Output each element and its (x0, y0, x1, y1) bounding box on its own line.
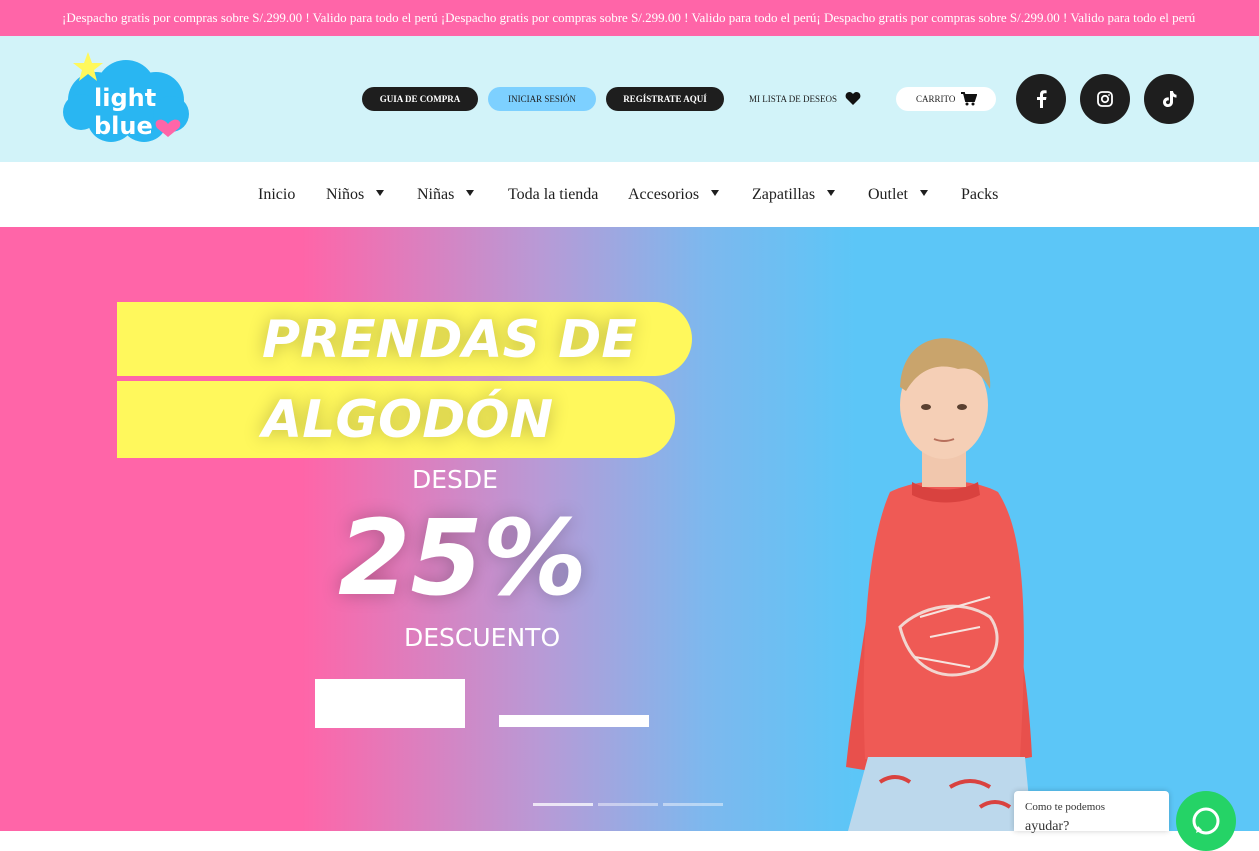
hero-button-1[interactable] (315, 679, 465, 728)
chat-line1: Como te podemos (1025, 801, 1106, 813)
nav-label: Niños (326, 186, 365, 203)
slider-dot-active[interactable] (533, 803, 593, 806)
announcement-text: ¡Despacho gratis por compras sobre S/.29… (62, 10, 1196, 25)
nav-label: Zapatillas (752, 186, 816, 203)
nav-item-ninas[interactable]: Niñas (417, 162, 475, 227)
nav-label: Outlet (868, 186, 908, 203)
register-button[interactable]: REGÍSTRATE AQUÍ (606, 87, 724, 111)
facebook-icon (1037, 90, 1047, 108)
slider-dot[interactable] (598, 803, 658, 806)
hero-banner[interactable]: PRENDAS DE ALGODÓN DESDE 25% DESCUENTO (0, 227, 1259, 831)
main-nav: Inicio Niños Niñas Toda la tienda Acceso… (0, 162, 1259, 227)
svg-text:light: light (94, 84, 156, 112)
nav-item-tienda[interactable]: Toda la tienda (508, 162, 598, 227)
cart-label: CARRITO (916, 94, 956, 104)
chat-line2: ayudar? (1025, 819, 1070, 834)
nav-item-inicio[interactable]: Inicio (258, 162, 295, 227)
instagram-button[interactable] (1080, 74, 1130, 124)
site-header: light blue GUIA DE COMPRA INICIAR SESIÓN… (0, 36, 1259, 162)
caret-down-icon (376, 190, 385, 197)
nav-item-outlet[interactable]: Outlet (868, 162, 928, 227)
whatsapp-button[interactable] (1176, 791, 1236, 851)
caret-down-icon (466, 190, 475, 197)
heart-icon (845, 92, 861, 105)
hero-title-line2: ALGODÓN (262, 390, 554, 450)
hero-from: DESDE (412, 465, 498, 494)
hero-percent: 25% (338, 497, 587, 619)
nav-item-ninos[interactable]: Niños (326, 162, 385, 227)
hero-title-line1: PRENDAS DE (262, 310, 637, 370)
cart-icon (961, 92, 977, 106)
cart-button[interactable]: CARRITO (896, 87, 996, 111)
light-blue-logo[interactable]: light blue (56, 48, 196, 148)
wishlist-link[interactable]: MI LISTA DE DESEOS (749, 87, 861, 111)
boy-model-image (846, 338, 1032, 831)
chat-popup[interactable]: Como te podemos ayudar? (1014, 791, 1169, 834)
slider-dot[interactable] (663, 803, 723, 806)
instagram-icon (1097, 91, 1113, 107)
svg-text:blue: blue (94, 112, 153, 140)
announcement-bar: ¡Despacho gratis por compras sobre S/.29… (0, 0, 1259, 36)
nav-label: Niñas (417, 186, 455, 203)
caret-down-icon (827, 190, 836, 197)
guide-button[interactable]: GUIA DE COMPRA (362, 87, 478, 111)
nav-item-zapatillas[interactable]: Zapatillas (752, 162, 836, 227)
caret-down-icon (711, 190, 720, 197)
login-button[interactable]: INICIAR SESIÓN (488, 87, 596, 111)
nav-item-accesorios[interactable]: Accesorios (628, 162, 720, 227)
whatsapp-icon (1192, 807, 1220, 835)
tiktok-button[interactable] (1144, 74, 1194, 124)
nav-label: Toda la tienda (508, 186, 599, 203)
caret-down-icon (920, 190, 928, 197)
wishlist-label: MI LISTA DE DESEOS (749, 94, 838, 104)
nav-label: Inicio (258, 186, 296, 203)
hero-discount: DESCUENTO (404, 623, 561, 652)
tiktok-icon (1163, 91, 1177, 107)
hero-button-2[interactable] (499, 715, 649, 727)
facebook-button[interactable] (1016, 74, 1066, 124)
nav-label: Accesorios (628, 186, 700, 203)
nav-label: Packs (961, 186, 999, 203)
nav-item-packs[interactable]: Packs (961, 162, 998, 227)
